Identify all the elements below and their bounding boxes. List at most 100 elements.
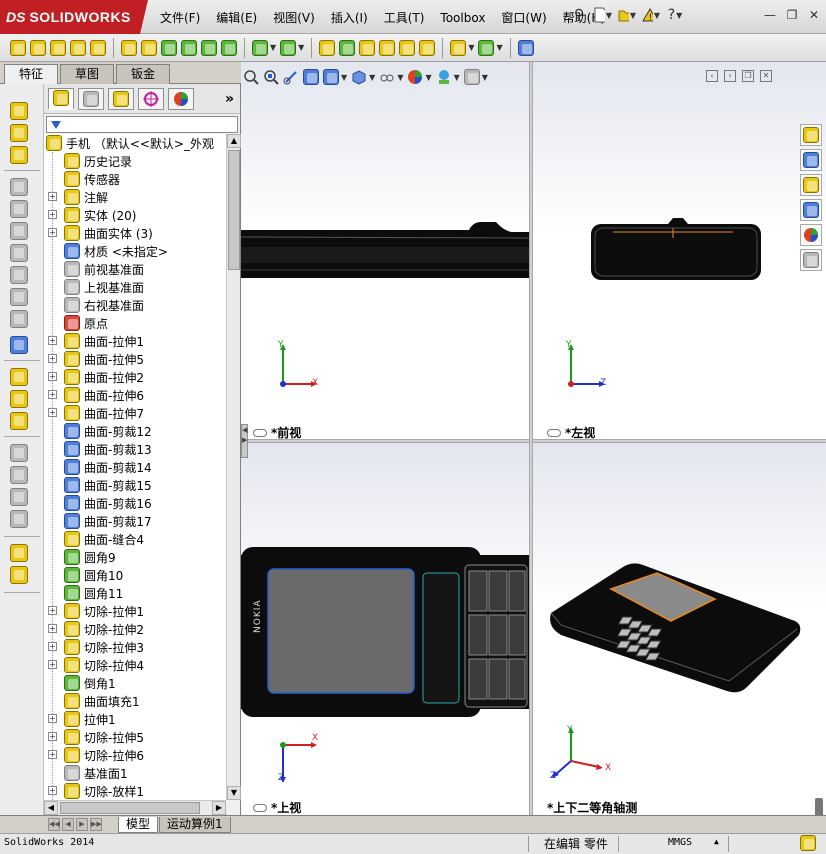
swept-cut-icon[interactable]	[181, 39, 197, 56]
help-question-button[interactable]: ? ▼	[666, 6, 684, 24]
chevron-down-icon[interactable]: ▼	[496, 43, 502, 52]
extruded-cut-icon[interactable]	[121, 39, 137, 56]
chevron-down-icon[interactable]: ▼	[454, 73, 460, 82]
surface-tool-icon[interactable]	[10, 368, 28, 386]
swept-boss-icon[interactable]	[50, 39, 66, 56]
tree-expand-button[interactable]: +	[48, 390, 57, 399]
tree-expand-button[interactable]: +	[48, 660, 57, 669]
tab-prev-button[interactable]: ◀	[62, 818, 74, 831]
instant3d-icon[interactable]	[517, 39, 534, 56]
menu-tools[interactable]: 工具(T)	[376, 9, 433, 27]
extrude-tool-icon[interactable]	[10, 102, 28, 120]
rib-icon[interactable]	[319, 39, 336, 56]
tree-item[interactable]: + 拉伸1	[44, 710, 226, 728]
viewport-restore-button[interactable]: ❐	[742, 70, 754, 82]
tree-expand-button[interactable]: +	[48, 408, 57, 417]
dimxpert-tab[interactable]	[138, 87, 164, 110]
zoom-to-area-icon[interactable]	[263, 69, 279, 85]
menu-insert[interactable]: 插入(I)	[323, 9, 376, 27]
tree-item[interactable]: 曲面-剪裁13	[44, 440, 226, 458]
property-manager-tab[interactable]	[78, 87, 104, 110]
tree-item[interactable]: + 曲面-拉伸5	[44, 350, 226, 368]
tree-item[interactable]: 前视基准面	[44, 260, 226, 278]
new-document-button[interactable]: ▼	[594, 6, 612, 24]
tab-sketch[interactable]: 草图	[60, 64, 115, 84]
tree-expand-button[interactable]: +	[48, 372, 57, 381]
hole-wizard-icon[interactable]	[141, 39, 157, 56]
tree-item[interactable]: 原点	[44, 314, 226, 332]
chevron-up-icon[interactable]: ▲	[714, 837, 719, 846]
viewport-vertical-splitter[interactable]	[529, 62, 533, 815]
tree-item[interactable]: + 切除-拉伸5	[44, 728, 226, 746]
tree-expand-button[interactable]: +	[48, 732, 57, 741]
viewport-next-button[interactable]: ›	[724, 70, 736, 82]
tree-expand-button[interactable]: +	[48, 642, 57, 651]
chevron-down-icon[interactable]: ▼	[425, 73, 431, 82]
status-units[interactable]: MMGS	[668, 837, 692, 848]
apply-scene-icon[interactable]	[436, 69, 452, 85]
tree-item[interactable]: 圆角9	[44, 548, 226, 566]
tab-model[interactable]: 模型	[118, 817, 159, 833]
mirror-icon[interactable]	[419, 39, 436, 56]
minimize-button[interactable]: —	[762, 8, 778, 22]
restore-button[interactable]: ❐	[784, 8, 800, 22]
split-tool-icon[interactable]	[10, 544, 28, 562]
tree-item[interactable]: 曲面-剪裁12	[44, 422, 226, 440]
tree-expand-button[interactable]: +	[48, 786, 57, 795]
menu-edit[interactable]: 编辑(E)	[208, 9, 265, 27]
viewport-previous-button[interactable]: ‹	[706, 70, 718, 82]
viewport-front[interactable]: Y X *前视	[241, 62, 529, 440]
viewport-close-button[interactable]: ✕	[760, 70, 772, 82]
feature-tree-tab[interactable]	[48, 87, 74, 110]
section-view-icon[interactable]	[303, 69, 319, 85]
file-explorer-icon[interactable]	[800, 174, 822, 196]
scroll-thumb[interactable]	[228, 150, 240, 270]
tree-item[interactable]: + 切除-拉伸4	[44, 656, 226, 674]
pin-icon[interactable]: ⚲	[570, 6, 588, 24]
tree-expand-button[interactable]: +	[48, 192, 57, 201]
tree-item[interactable]: 材质 <未指定>	[44, 242, 226, 260]
tree-item[interactable]: + 曲面-拉伸1	[44, 332, 226, 350]
tree-root-part[interactable]: 手机 （默认<<默认>_外观	[44, 134, 226, 152]
tree-item[interactable]: 曲面-剪裁15	[44, 476, 226, 494]
tree-item[interactable]: + 曲面-拉伸6	[44, 386, 226, 404]
tree-item[interactable]: + 曲面-拉伸7	[44, 404, 226, 422]
rebuild-warning-button[interactable]: ! ▼	[642, 6, 660, 24]
link-views-icon[interactable]	[253, 428, 267, 437]
tree-item[interactable]: 曲面填充1	[44, 692, 226, 710]
boundary-cut-icon[interactable]	[221, 39, 237, 56]
close-button[interactable]: ✕	[806, 8, 822, 22]
scroll-down-button[interactable]: ▼	[227, 786, 241, 800]
pattern-tool-icon[interactable]	[10, 412, 28, 430]
scroll-left-button[interactable]: ◀	[44, 801, 58, 815]
tree-item[interactable]: + 切除-拉伸3	[44, 638, 226, 656]
solidworks-resources-icon[interactable]	[800, 124, 822, 146]
edit-appearance-icon[interactable]	[407, 69, 423, 85]
curves-icon[interactable]	[478, 39, 495, 56]
configuration-manager-tab[interactable]	[108, 87, 134, 110]
menu-window[interactable]: 窗口(W)	[493, 9, 554, 27]
tree-item[interactable]: + 切除-拉伸6	[44, 746, 226, 764]
tab-first-button[interactable]: ◀◀	[48, 818, 60, 831]
view-orientation-icon[interactable]	[323, 69, 339, 85]
scroll-right-button[interactable]: ▶	[212, 801, 226, 815]
tree-expand-button[interactable]: +	[48, 750, 57, 759]
tab-features[interactable]: 特征	[4, 64, 59, 85]
combine-tool-icon[interactable]	[10, 566, 28, 584]
feedback-icon[interactable]	[800, 835, 816, 854]
tree-expand-button[interactable]: +	[48, 606, 57, 615]
scroll-up-button[interactable]: ▲	[227, 134, 241, 148]
tree-item[interactable]: + 注解	[44, 188, 226, 206]
reference-geometry-icon[interactable]	[450, 39, 467, 56]
tree-item[interactable]: + 实体 (20)	[44, 206, 226, 224]
tree-expand-button[interactable]: +	[48, 210, 57, 219]
viewport-top[interactable]: NOKIA X Z *上视	[241, 443, 529, 815]
tree-horizontal-scrollbar[interactable]: ◀ ▶	[44, 800, 226, 815]
open-document-button[interactable]: ▼	[618, 6, 636, 24]
tree-item[interactable]: 圆角10	[44, 566, 226, 584]
viewport-horizontal-splitter[interactable]	[241, 439, 826, 443]
solidworks-logo[interactable]: DS SOLIDWORKS	[0, 0, 140, 34]
previous-view-icon[interactable]	[283, 69, 299, 85]
tree-expand-button[interactable]: +	[48, 354, 57, 363]
tab-next-button[interactable]: ▶	[76, 818, 88, 831]
